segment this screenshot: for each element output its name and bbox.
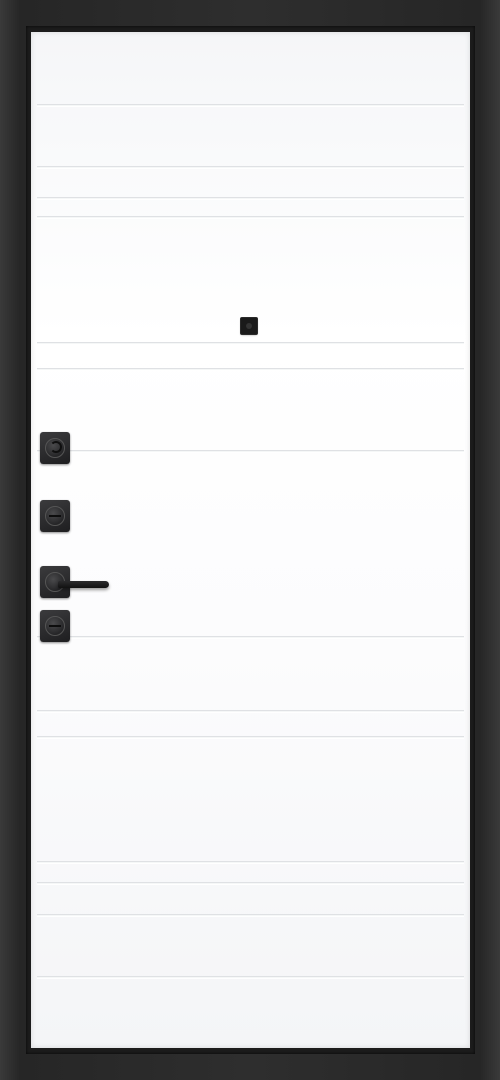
panel-groove: [37, 882, 464, 884]
turn-knob-icon[interactable]: [40, 432, 70, 464]
lock-cylinder-icon[interactable]: [40, 500, 70, 532]
turn-knob-mark: [50, 441, 62, 453]
panel-groove: [37, 861, 464, 863]
lock-cylinder-icon[interactable]: [40, 610, 70, 642]
handle-lever[interactable]: [58, 581, 109, 588]
door-scene: [0, 0, 500, 1080]
panel-groove: [37, 914, 464, 916]
door-panel: [31, 32, 470, 1048]
panel-groove: [37, 368, 464, 370]
panel-groove: [37, 710, 464, 712]
key-slot: [49, 515, 61, 517]
panel-groove: [37, 216, 464, 218]
panel-groove: [37, 197, 464, 199]
panel-groove: [37, 450, 464, 452]
panel-groove: [37, 976, 464, 978]
key-slot: [49, 625, 61, 627]
panel-groove: [37, 166, 464, 168]
peephole-icon: [241, 318, 257, 334]
panel-groove: [37, 342, 464, 344]
panel-groove: [37, 636, 464, 638]
panel-groove: [37, 104, 464, 106]
panel-groove: [37, 736, 464, 738]
